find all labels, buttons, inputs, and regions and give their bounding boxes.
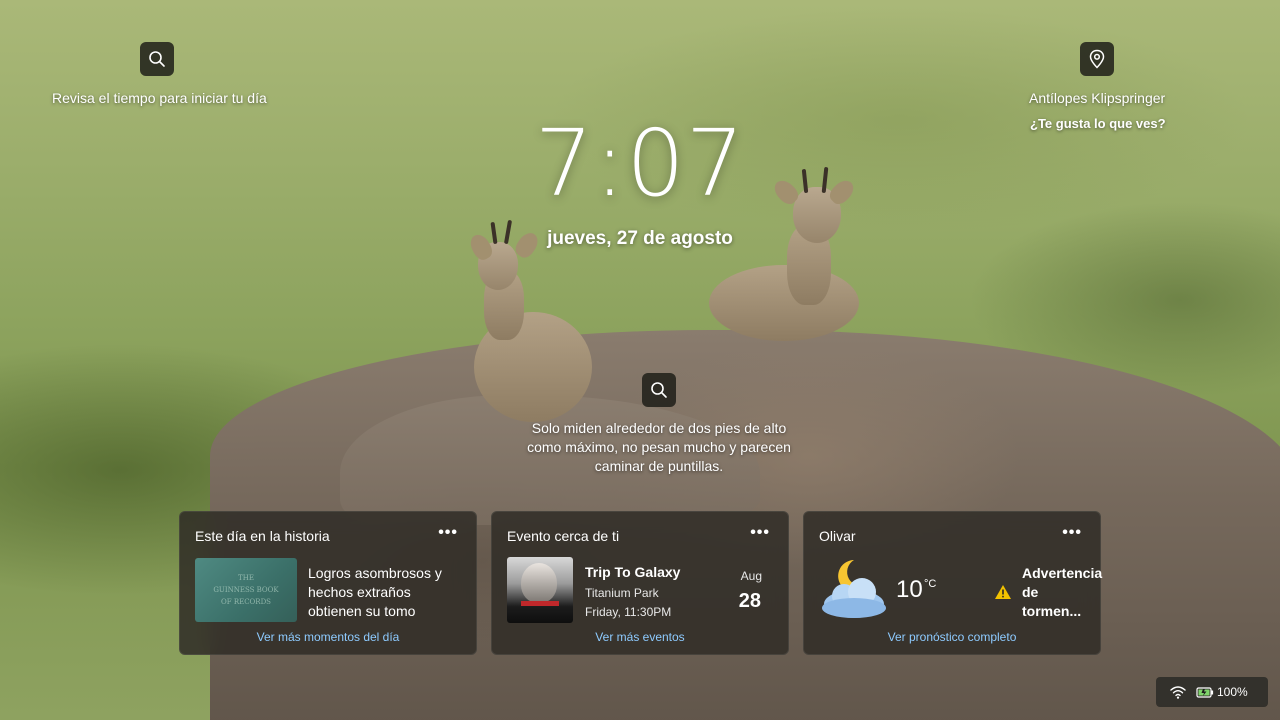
antelope-left: [462, 219, 602, 422]
event-name[interactable]: Trip To Galaxy: [585, 564, 680, 580]
location-pin-icon: [1089, 49, 1105, 69]
battery-indicator: 100%: [1196, 685, 1248, 699]
event-card[interactable]: Evento cerca de ti ••• Trip To Galaxy Ti…: [491, 511, 789, 655]
weather-search-button[interactable]: [140, 42, 174, 76]
search-icon: [149, 51, 165, 67]
card-title: Este día en la historia: [195, 528, 330, 544]
battery-percent: 100%: [1217, 685, 1248, 699]
spotlight-fact[interactable]: Solo miden alrededor de dos pies de alto…: [520, 419, 798, 476]
card-title: Evento cerca de ti: [507, 528, 620, 544]
warning-icon: [995, 585, 1011, 599]
location-button[interactable]: [1080, 42, 1114, 76]
battery-charging-icon: [1196, 687, 1214, 698]
clock-date: jueves, 27 de agosto: [547, 228, 733, 249]
status-tray[interactable]: 100%: [1156, 677, 1268, 707]
more-options-icon[interactable]: •••: [1062, 524, 1082, 542]
partly-cloudy-night-icon: [822, 560, 886, 618]
spotlight-title[interactable]: Antílopes Klipspringer: [1029, 90, 1165, 106]
clock-time: 7:07: [534, 110, 746, 217]
history-headline[interactable]: Logros asombrosos y hechos extraños obti…: [308, 564, 458, 621]
more-options-icon[interactable]: •••: [750, 524, 770, 542]
temperature-unit: °C: [924, 578, 937, 590]
events-more-link[interactable]: Ver más eventos: [492, 630, 788, 644]
weather-prompt[interactable]: Revisa el tiempo para iniciar tu día: [52, 90, 267, 106]
fact-search-button[interactable]: [642, 373, 676, 407]
card-title: Olivar: [819, 528, 856, 544]
more-options-icon[interactable]: •••: [438, 524, 458, 542]
temperature: 10: [896, 576, 923, 603]
forecast-link[interactable]: Ver pronóstico completo: [804, 630, 1100, 644]
history-thumbnail: THE GUINNESS BOOK OF RECORDS: [195, 558, 297, 622]
event-month: Aug: [740, 569, 762, 583]
weather-card[interactable]: Olivar ••• 10 °C Advertencia de tormen..…: [803, 511, 1102, 655]
wifi-icon: [1170, 686, 1186, 699]
history-more-link[interactable]: Ver más momentos del día: [180, 630, 476, 644]
event-venue: Titanium Park: [585, 586, 659, 600]
search-icon: [651, 382, 667, 398]
history-card[interactable]: Este día en la historia ••• THE GUINNESS…: [179, 511, 477, 655]
event-time: Friday, 11:30PM: [585, 605, 672, 619]
event-thumbnail: [507, 557, 573, 623]
weather-alert[interactable]: Advertencia de tormen...: [1022, 564, 1102, 621]
event-day: 28: [738, 590, 761, 612]
